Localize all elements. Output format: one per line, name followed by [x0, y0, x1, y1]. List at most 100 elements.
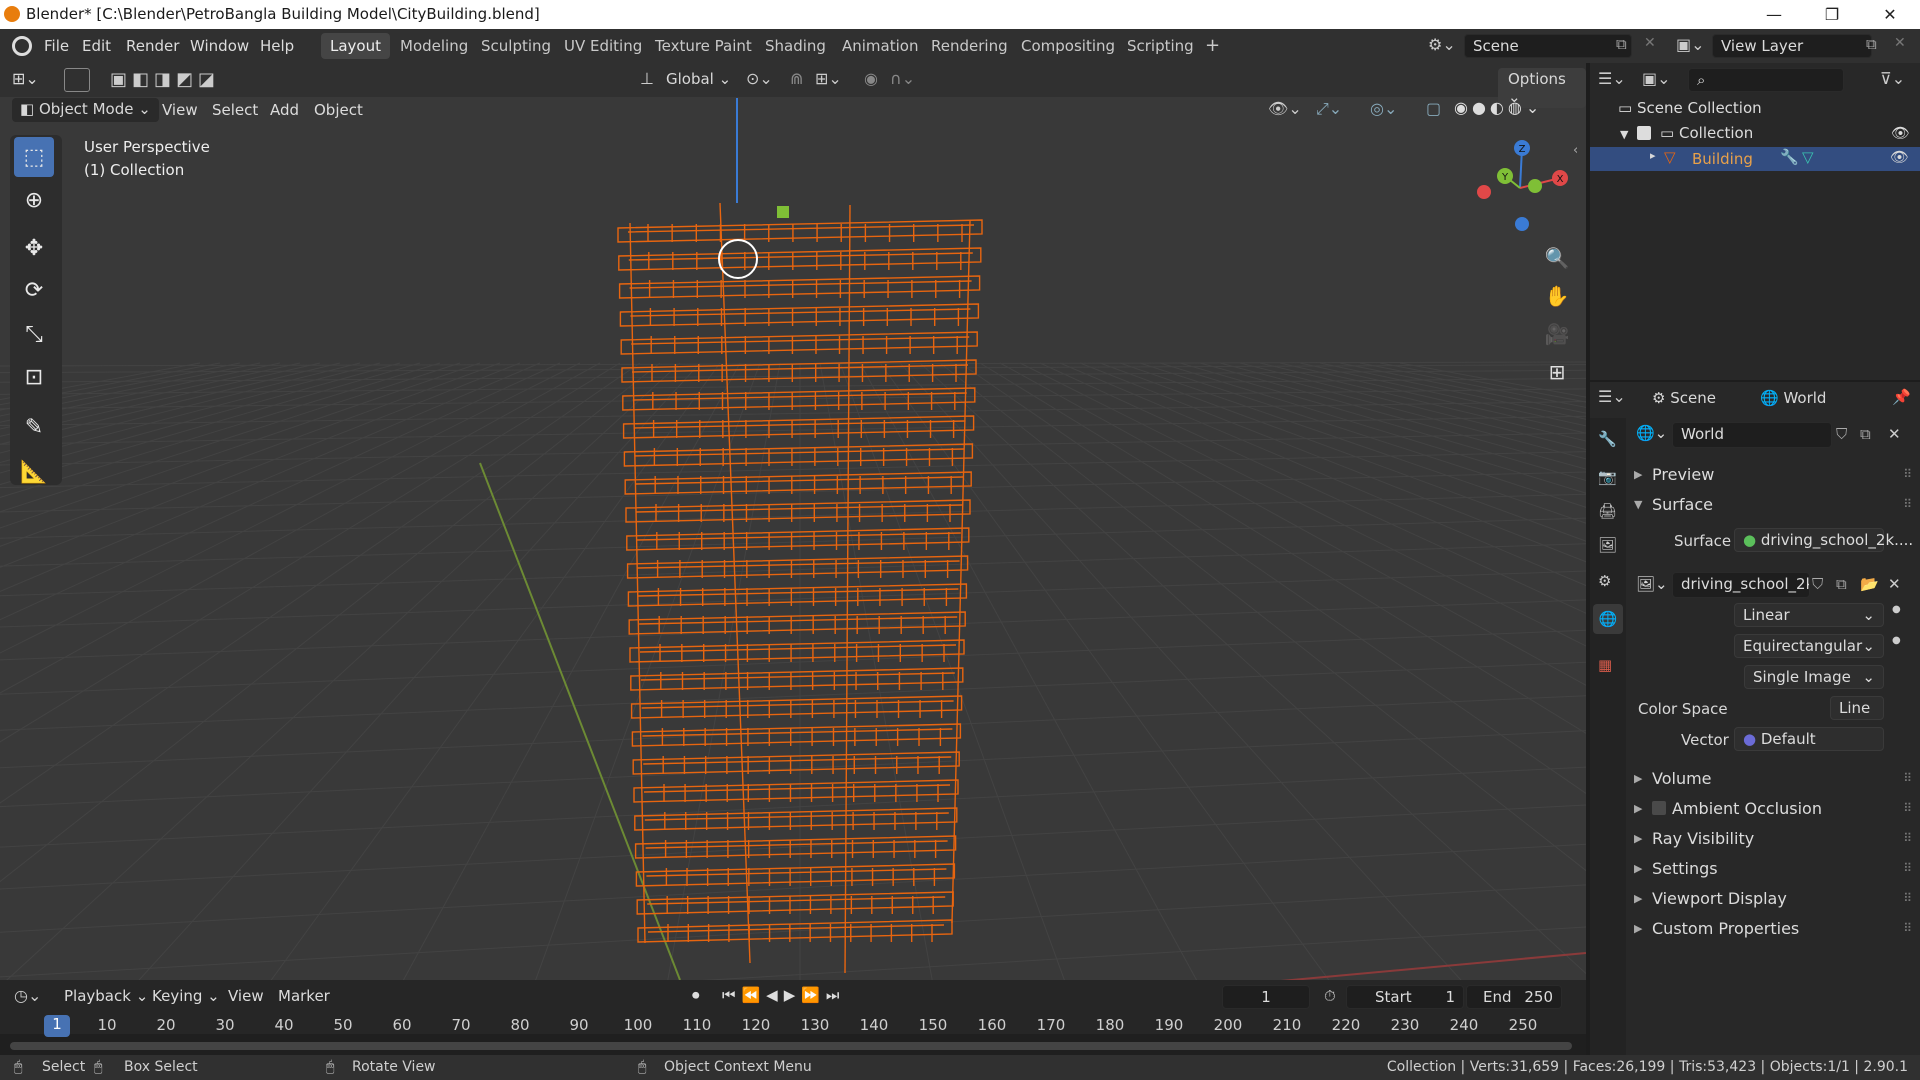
pin-icon[interactable]: 📌: [1892, 388, 1911, 406]
open-image-folder-icon[interactable]: 📂: [1860, 575, 1879, 593]
view-layer-selector-icon[interactable]: ▣⌄: [1676, 35, 1705, 54]
viewport-menu-select[interactable]: Select: [206, 99, 264, 121]
drag-grip-icon[interactable]: ⠿: [1903, 801, 1912, 815]
preview-range-clock-icon[interactable]: ⏱: [1324, 987, 1336, 1005]
drag-grip-icon[interactable]: ⠿: [1903, 891, 1912, 905]
falloff-icon[interactable]: ∩⌄: [890, 69, 915, 88]
scene-field[interactable]: Scene: [1464, 34, 1632, 58]
annotate-tool-icon[interactable]: ✎: [14, 407, 54, 447]
image-fake-user-icon[interactable]: ⛉: [1812, 575, 1823, 593]
drag-grip-icon[interactable]: ⠿: [1903, 831, 1912, 845]
timeline-menu-view[interactable]: View: [222, 985, 270, 1007]
tab-sculpting[interactable]: Sculpting: [472, 33, 560, 59]
navigation-gizmo[interactable]: Z Y X: [1470, 138, 1580, 238]
timeline-scrollbar[interactable]: [10, 1042, 1572, 1050]
move-tool-icon[interactable]: ✥: [14, 228, 54, 268]
perspective-toggle-icon[interactable]: ⊞: [1540, 355, 1574, 389]
drag-grip-icon[interactable]: ⠿: [1903, 921, 1912, 935]
camera-view-icon[interactable]: 🎥: [1540, 317, 1574, 351]
collection-visibility-eye-icon[interactable]: 👁: [1891, 124, 1910, 142]
mesh-data-icon[interactable]: ▽: [1802, 148, 1814, 166]
shading-mode-icons[interactable]: ◉●◐◍⌄: [1454, 98, 1543, 117]
close-button[interactable]: ✕: [1861, 0, 1919, 29]
building-wireframe[interactable]: [600, 143, 1000, 980]
xray-icon[interactable]: ▢: [1426, 99, 1441, 118]
tab-scripting[interactable]: Scripting: [1118, 33, 1203, 59]
delete-view-layer-icon[interactable]: ✕: [1894, 35, 1906, 51]
new-image-icon[interactable]: ⧉: [1836, 575, 1847, 593]
tab-rendering[interactable]: Rendering: [922, 33, 1017, 59]
overlay-icon[interactable]: ◎⌄: [1370, 99, 1397, 118]
minimize-button[interactable]: —: [1745, 0, 1803, 29]
zoom-icon[interactable]: 🔍: [1540, 241, 1574, 275]
visibility-icon[interactable]: 👁⌄: [1268, 99, 1302, 118]
pivot-point-icon[interactable]: ⊙⌄: [746, 69, 773, 88]
tab-texture-paint[interactable]: Texture Paint: [646, 33, 761, 59]
gizmo-icon[interactable]: ⤢⌄: [1316, 99, 1342, 119]
drag-grip-icon[interactable]: ⠿: [1903, 771, 1912, 785]
color-space-dropdown[interactable]: Line: [1830, 696, 1884, 720]
panel-ambient-occlusion[interactable]: ▶ Ambient Occlusion ⠿: [1630, 794, 1918, 822]
snap-target-icon[interactable]: ⊞⌄: [815, 69, 842, 88]
unlink-world-icon[interactable]: ✕: [1888, 425, 1901, 443]
menu-render[interactable]: Render: [120, 35, 185, 57]
3d-viewport[interactable]: ⊞⌄ ▣◧◨◩◪ ⊥ Global ⌄ ⊙⌄ ⋒ ⊞⌄ ◉ ∩⌄ Options…: [0, 63, 1586, 980]
tab-shading[interactable]: Shading: [756, 33, 835, 59]
viewport-menu-object[interactable]: Object: [308, 99, 369, 121]
expand-collection-icon[interactable]: ▼: [1620, 128, 1628, 141]
new-view-layer-icon[interactable]: ⧉: [1866, 35, 1877, 53]
tool-props-icon[interactable]: 🔧: [1598, 430, 1617, 448]
drag-grip-icon[interactable]: ⠿: [1903, 467, 1912, 481]
rotate-tool-icon[interactable]: ⟳: [14, 270, 54, 310]
end-frame-field[interactable]: End 250: [1466, 985, 1562, 1009]
filter-icon[interactable]: ⊽⌄: [1880, 69, 1905, 88]
world-props-icon[interactable]: 🌐: [1593, 604, 1623, 634]
world-datablock-icon[interactable]: 🌐⌄: [1636, 424, 1667, 442]
select-box-tool-icon[interactable]: ⬚: [14, 137, 54, 177]
scene-props-icon[interactable]: ⚙: [1598, 572, 1611, 590]
delete-scene-icon[interactable]: ✕: [1644, 35, 1656, 51]
keyframe-dot-icon[interactable]: ●: [1892, 604, 1901, 615]
properties-tab-scene[interactable]: ⚙ Scene: [1652, 389, 1716, 407]
tab-layout[interactable]: Layout: [321, 33, 390, 59]
collection-checkbox[interactable]: [1637, 126, 1652, 140]
ambient-occlusion-checkbox[interactable]: [1652, 801, 1666, 815]
properties-tab-world[interactable]: 🌐 World: [1760, 389, 1826, 407]
timeline-menu-keying[interactable]: Keying ⌄: [146, 985, 226, 1007]
keyframe-dot-icon[interactable]: ●: [1892, 635, 1901, 646]
tab-animation[interactable]: Animation: [833, 33, 927, 59]
panel-volume[interactable]: ▶ Volume ⠿: [1630, 764, 1918, 792]
snap-icon[interactable]: ⋒: [790, 69, 803, 88]
panel-custom-properties[interactable]: ▶ Custom Properties ⠿: [1630, 914, 1918, 942]
viewport-menu-view[interactable]: View: [156, 99, 204, 121]
image-browse-icon[interactable]: 🖼⌄: [1636, 575, 1668, 593]
image-name-field[interactable]: driving_school_2k...: [1672, 572, 1810, 598]
display-mode-icon[interactable]: ▣⌄: [1642, 69, 1671, 88]
properties-editor-type-icon[interactable]: ☰⌄: [1598, 387, 1626, 406]
image-source-dropdown[interactable]: Single Image ⌄: [1744, 665, 1884, 689]
timeline-menu-playback[interactable]: Playback ⌄: [58, 985, 154, 1007]
proportional-edit-icon[interactable]: ◉: [864, 69, 878, 88]
blender-menu-icon[interactable]: [12, 36, 32, 56]
drag-grip-icon[interactable]: ⠿: [1903, 497, 1912, 511]
unlink-image-icon[interactable]: ✕: [1888, 575, 1901, 593]
current-frame-marker[interactable]: 1: [44, 1015, 70, 1037]
texture-props-icon[interactable]: ▦: [1598, 656, 1612, 674]
mode-dropdown[interactable]: ◧ Object Mode ⌄: [12, 98, 159, 122]
add-workspace-button[interactable]: +: [1196, 31, 1229, 60]
editor-type-icon[interactable]: ⊞⌄: [12, 69, 39, 88]
menu-help[interactable]: Help: [254, 35, 300, 57]
modifier-wrench-icon[interactable]: 🔧: [1780, 148, 1799, 166]
outliner-editor-type-icon[interactable]: ☰⌄: [1598, 69, 1626, 88]
panel-ray-visibility[interactable]: ▶ Ray Visibility ⠿: [1630, 824, 1918, 852]
world-name-field[interactable]: World: [1672, 422, 1832, 448]
measure-tool-icon[interactable]: 📐: [14, 452, 54, 492]
timeline-editor-type-icon[interactable]: ◷⌄: [14, 986, 41, 1005]
sidebar-toggle-icon[interactable]: ‹: [1573, 143, 1578, 158]
panel-settings[interactable]: ▶ Settings ⠿: [1630, 854, 1918, 882]
scene-selector-icon[interactable]: ⚙⌄: [1428, 35, 1456, 54]
timeline-menu-marker[interactable]: Marker: [272, 985, 336, 1007]
current-frame-field[interactable]: 1: [1222, 985, 1310, 1009]
cursor-tool-icon[interactable]: ⊕: [14, 180, 54, 220]
outliner-row-building[interactable]: ▸ ▽ Building 🔧 ▽ 👁: [1590, 147, 1920, 171]
